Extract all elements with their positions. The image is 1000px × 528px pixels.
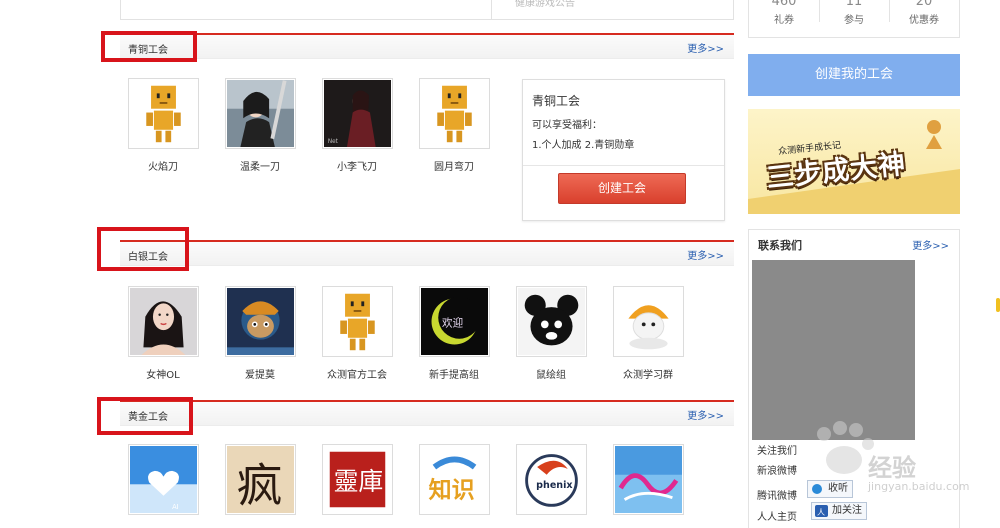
zhishi-text: 知识 [428, 477, 474, 504]
stat-label: 礼券 [774, 15, 794, 26]
top-panel: 健康游戏公告 [120, 0, 734, 20]
red-seal-icon[interactable]: 靈庫 [321, 444, 393, 515]
teemo-art-icon[interactable] [224, 286, 296, 357]
stat-label: 参与 [844, 15, 864, 26]
section-header-silver: 白银工会 更多>> [120, 240, 734, 266]
guild-item[interactable]: 知识 [409, 444, 499, 524]
stat-value: 11 [845, 0, 863, 9]
more-link[interactable]: 更多>> [687, 407, 724, 422]
guild-label[interactable]: 火焰刀 [118, 158, 208, 173]
feng-calligraphy-icon[interactable]: 疯 [224, 444, 296, 515]
guild-item[interactable]: 欢迎 新手提高组 [409, 286, 499, 381]
stat-label: 优惠券 [909, 15, 939, 26]
panel-faint-text: 健康游戏公告 [515, 0, 575, 9]
listen-button[interactable]: 收听 [807, 480, 853, 498]
contact-title: 联系我们 [758, 239, 802, 252]
guild-card-title: 青铜工会 [532, 94, 581, 108]
edge-mark [996, 298, 1000, 312]
guild-card-benefit-list: 1.个人加成 2.青铜勋章 [532, 140, 635, 151]
more-link[interactable]: 更多>> [687, 40, 724, 55]
seal-text: 靈庫 [333, 467, 383, 496]
add-follow-button[interactable]: 人 加关注 [811, 502, 867, 520]
guild-item[interactable]: AI [118, 444, 208, 524]
guild-item[interactable]: 女神OL [118, 286, 208, 381]
phenix-text: phenix [536, 480, 573, 491]
qr-code-placeholder [752, 260, 915, 440]
guild-label[interactable]: 众测学习群 [603, 366, 693, 381]
heart-sky-icon[interactable]: AI [127, 444, 199, 515]
section-header-gold: 黄金工会 更多>> [120, 400, 734, 426]
robot-avatar-icon[interactable] [127, 78, 199, 149]
guild-item[interactable]: 火焰刀 [118, 78, 208, 173]
guild-info-text: 青铜工会 可以享受福利： 1.个人加成 2.青铜勋章 [523, 80, 724, 166]
svg-text:Net: Net [327, 139, 338, 145]
guild-item[interactable]: 众测官方工会 [312, 286, 402, 381]
tencent-weibo-icon [812, 484, 822, 494]
guild-label[interactable]: 女神OL [118, 366, 208, 381]
more-link[interactable]: 更多>> [687, 247, 724, 262]
svg-text:AI: AI [172, 503, 179, 511]
listen-label: 收听 [828, 483, 848, 494]
add-follow-label: 加关注 [832, 505, 862, 516]
robot-avatar-icon[interactable] [321, 286, 393, 357]
stat-coupons[interactable]: 460 礼券 [749, 0, 819, 26]
robot-avatar-icon[interactable] [418, 78, 490, 149]
guild-item[interactable]: 众测学习群 [603, 286, 693, 381]
highlight-box [97, 227, 189, 271]
swordswoman-photo-icon[interactable] [224, 78, 296, 149]
guild-item[interactable]: 圆月弯刀 [409, 78, 499, 173]
svg-text:人: 人 [817, 508, 825, 517]
guild-item[interactable]: 鼠绘组 [506, 286, 596, 381]
egg-mascot-icon[interactable] [612, 286, 684, 357]
phenix-logo-icon[interactable]: phenix [515, 444, 587, 515]
sina-weibo-link[interactable]: 新浪微博 [757, 462, 797, 477]
guild-item[interactable]: Net 小李飞刀 [312, 78, 402, 173]
section-header-bronze: 青铜工会 更多>> [120, 33, 734, 59]
guild-card-benefit-heading: 可以享受福利： [532, 120, 602, 131]
promo-banner[interactable]: 众测新手成长记 三步成大神 [748, 109, 960, 214]
guild-label[interactable]: 圆月弯刀 [409, 158, 499, 173]
feng-text: 疯 [236, 459, 282, 513]
guild-item[interactable]: 疯 [215, 444, 305, 524]
guild-label[interactable]: 温柔一刀 [215, 158, 305, 173]
woman-portrait-icon[interactable] [127, 286, 199, 357]
guild-item[interactable] [603, 444, 693, 524]
mouse-logo-icon[interactable] [515, 286, 587, 357]
blue-text-art-icon[interactable] [612, 444, 684, 515]
stat-participation[interactable]: 11 参与 [819, 0, 889, 26]
watermark-brand: 经验 [868, 454, 916, 482]
stat-discounts[interactable]: 20 优惠券 [889, 0, 959, 26]
guild-label[interactable]: 众测官方工会 [312, 366, 402, 381]
stat-value: 460 [771, 0, 797, 9]
guild-label[interactable]: 新手提高组 [409, 366, 499, 381]
tencent-weibo-link[interactable]: 腾讯微博 [757, 487, 797, 502]
contact-more-link[interactable]: 更多>> [912, 237, 949, 252]
moon-logo-text: 欢迎 [442, 316, 464, 329]
watermark-url: jingyan.baidu.com [868, 480, 970, 493]
guild-info-card: 青铜工会 可以享受福利： 1.个人加成 2.青铜勋章 创建工会 [522, 79, 725, 221]
create-my-guild-button[interactable]: 创建我的工会 [748, 54, 960, 96]
moon-logo-icon[interactable]: 欢迎 [418, 286, 490, 357]
zhishi-logo-icon[interactable]: 知识 [418, 444, 490, 515]
guild-item[interactable]: 温柔一刀 [215, 78, 305, 173]
dark-figure-photo-icon[interactable]: Net [321, 78, 393, 149]
guild-item[interactable]: 爱提莫 [215, 286, 305, 381]
create-guild-button[interactable]: 创建工会 [558, 173, 686, 204]
renren-icon: 人 [815, 505, 828, 517]
guild-label[interactable]: 鼠绘组 [506, 366, 596, 381]
stats-panel: 460 礼券 11 参与 20 优惠券 [748, 0, 960, 38]
guild-label[interactable]: 爱提莫 [215, 366, 305, 381]
highlight-box [97, 397, 193, 435]
renren-link[interactable]: 人人主页 [757, 508, 797, 523]
guild-item[interactable]: phenix [506, 444, 596, 524]
guild-label[interactable]: 小李飞刀 [312, 158, 402, 173]
stat-value: 20 [915, 0, 933, 9]
panel-divider [491, 0, 492, 19]
guild-item[interactable]: 靈庫 [312, 444, 402, 524]
follow-us-link[interactable]: 关注我们 [757, 442, 797, 457]
highlight-box [101, 31, 197, 62]
